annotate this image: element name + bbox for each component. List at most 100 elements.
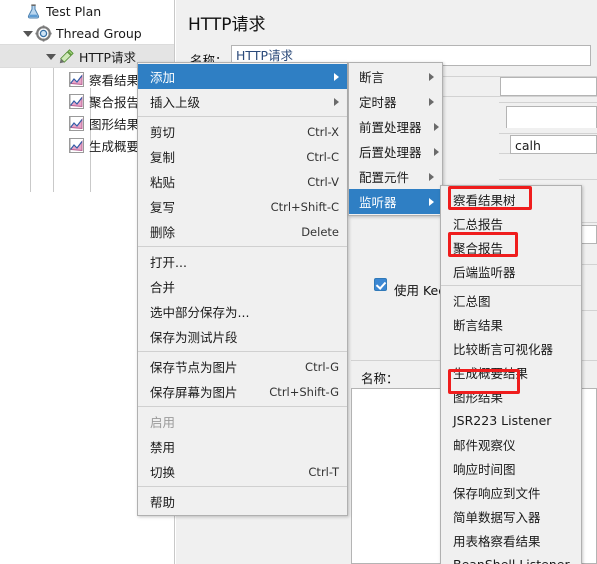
menu-item-copy[interactable]: 复制 Ctrl-C: [138, 144, 347, 169]
submenu-item-post-processors[interactable]: 后置处理器: [349, 139, 442, 164]
listener-item-mailer-visualizer[interactable]: 邮件观察仪: [441, 432, 581, 456]
expand-toggle-icon[interactable]: [12, 6, 23, 17]
chevron-right-icon: [334, 72, 339, 81]
menu-item-label: 断言结果: [453, 317, 504, 333]
listener-item-summary-report[interactable]: 汇总报告: [441, 211, 581, 235]
listener-item-aggregate-graph[interactable]: 汇总图: [441, 288, 581, 312]
menu-item-help[interactable]: 帮助: [138, 489, 347, 514]
listener-item-generate-summary-results[interactable]: 生成概要结果: [441, 360, 581, 384]
basic-tab[interactable]: [506, 106, 597, 128]
tree-item-label: 图形结果: [89, 116, 140, 132]
listener-item-assertion-results[interactable]: 断言结果: [441, 312, 581, 336]
menu-item-add[interactable]: 添加: [138, 64, 347, 89]
menu-item-disable[interactable]: 禁用: [138, 434, 347, 459]
comment-input[interactable]: [500, 77, 597, 96]
submenu-item-pre-processors[interactable]: 前置处理器: [349, 114, 442, 139]
listener-item-jsr223-listener[interactable]: JSR223 Listener: [441, 408, 581, 432]
test-plan-icon: [25, 3, 42, 20]
tree-item-label: HTTP请求: [79, 49, 136, 65]
menu-item-label: 断言: [359, 70, 385, 85]
menu-item-duplicate[interactable]: 复写 Ctrl+Shift-C: [138, 194, 347, 219]
page-title: HTTP请求: [188, 15, 266, 35]
listener-icon: [68, 137, 85, 154]
listener-item-view-results-in-table[interactable]: 用表格察看结果: [441, 528, 581, 552]
chevron-right-icon: [429, 97, 434, 106]
menu-item-remove[interactable]: 删除 Delete: [138, 219, 347, 244]
tree-item-label: 察看结果: [89, 72, 140, 88]
menu-item-accelerator: Ctrl-C: [306, 149, 339, 164]
menu-item-label: 后端监听器: [453, 264, 516, 280]
collapse-toggle-icon[interactable]: [45, 51, 56, 62]
menu-item-paste[interactable]: 粘贴 Ctrl-V: [138, 169, 347, 194]
submenu-item-timer[interactable]: 定时器: [349, 89, 442, 114]
menu-item-label: 保存屏幕为图片: [150, 385, 238, 400]
menu-item-label: 复制: [150, 150, 176, 165]
menu-item-label: 汇总报告: [453, 216, 504, 232]
listener-item-backend-listener[interactable]: 后端监听器: [441, 259, 581, 283]
tree-item-thread-group[interactable]: Thread Group: [0, 22, 174, 44]
menu-item-label: 定时器: [359, 95, 397, 110]
listener-item-save-responses-to-file[interactable]: 保存响应到文件: [441, 480, 581, 504]
chevron-right-icon: [429, 72, 434, 81]
listener-item-simple-data-writer[interactable]: 简单数据写入器: [441, 504, 581, 528]
add-submenu[interactable]: 断言 定时器 前置处理器 后置处理器 配置元件 监听器: [348, 62, 443, 216]
chevron-right-icon: [433, 147, 439, 156]
menu-item-label: 保存节点为图片: [150, 360, 238, 375]
menu-item-label: 比较断言可视化器: [453, 341, 554, 357]
listener-submenu[interactable]: 察看结果树 汇总报告 聚合报告 后端监听器 汇总图 断言结果 比较断言可视化器 …: [440, 185, 582, 564]
tree-item-test-plan[interactable]: Test Plan: [0, 0, 174, 22]
tree-context-menu[interactable]: 添加 插入上级 剪切 Ctrl-X 复制 Ctrl-C 粘贴 Ctrl-V 复写…: [137, 62, 348, 516]
menu-item-label: 邮件观察仪: [453, 437, 516, 453]
menu-item-merge[interactable]: 合并: [138, 274, 347, 299]
menu-item-save-node-as-image[interactable]: 保存节点为图片 Ctrl-G: [138, 354, 347, 379]
submenu-item-assertions[interactable]: 断言: [349, 64, 442, 89]
listener-item-graph-results[interactable]: 图形结果: [441, 384, 581, 408]
collapse-toggle-icon[interactable]: [22, 28, 33, 39]
divider: [499, 133, 597, 134]
listener-item-beanshell-listener[interactable]: BeanShell Listener: [441, 552, 581, 564]
menu-separator: [441, 285, 581, 286]
thread-group-icon: [35, 24, 52, 42]
listener-item-aggregate-report[interactable]: 聚合报告: [441, 235, 581, 259]
menu-item-insert-parent[interactable]: 插入上级: [138, 89, 347, 114]
menu-item-label: BeanShell Listener: [453, 556, 570, 564]
keepalive-checkbox[interactable]: [374, 278, 387, 291]
menu-item-label: 禁用: [150, 440, 176, 455]
menu-item-toggle[interactable]: 切换 Ctrl-T: [138, 459, 347, 484]
params-name-label: 名称：: [361, 371, 399, 386]
listener-item-view-results-tree[interactable]: 察看结果树: [441, 187, 581, 211]
menu-item-cut[interactable]: 剪切 Ctrl-X: [138, 119, 347, 144]
menu-item-label: 保存为测试片段: [150, 330, 238, 345]
menu-separator: [138, 486, 347, 487]
tree-item-label: Test Plan: [46, 3, 102, 19]
menu-item-label: 打开...: [150, 255, 187, 270]
menu-item-save-screen-as-image[interactable]: 保存屏幕为图片 Ctrl+Shift-G: [138, 379, 347, 404]
submenu-item-config-element[interactable]: 配置元件: [349, 164, 442, 189]
tree-item-label: 生成概要: [89, 138, 140, 154]
menu-separator: [138, 116, 347, 117]
menu-item-label: 粘贴: [150, 175, 176, 190]
menu-item-open[interactable]: 打开...: [138, 249, 347, 274]
menu-item-label: 配置元件: [359, 170, 410, 185]
menu-item-enable: 启用: [138, 409, 347, 434]
chevron-right-icon: [429, 197, 434, 206]
jmeter-window: Test Plan Thread Group HTTP请求 察看结果 聚合报告 …: [0, 0, 597, 564]
server-name-input[interactable]: calh: [510, 135, 597, 154]
menu-item-save-selection-as[interactable]: 选中部分保存为...: [138, 299, 347, 324]
menu-item-label: 复写: [150, 200, 176, 215]
menu-item-label: 简单数据写入器: [453, 509, 541, 525]
menu-item-label: 察看结果树: [453, 192, 516, 208]
listener-item-comparison-assertion-visualizer[interactable]: 比较断言可视化器: [441, 336, 581, 360]
tree-item-label: Thread Group: [56, 25, 142, 41]
menu-item-label: 剪切: [150, 125, 176, 140]
menu-separator: [138, 351, 347, 352]
listener-item-response-time-graph[interactable]: 响应时间图: [441, 456, 581, 480]
menu-item-label: 后置处理器: [359, 145, 422, 160]
menu-item-label: 切换: [150, 465, 176, 480]
menu-item-label: 保存响应到文件: [453, 485, 541, 501]
submenu-item-listener[interactable]: 监听器: [349, 189, 442, 214]
menu-item-accelerator: Ctrl-T: [308, 464, 339, 479]
menu-item-label: 帮助: [150, 495, 176, 510]
menu-item-save-as-test-fragment[interactable]: 保存为测试片段: [138, 324, 347, 349]
menu-item-label: 选中部分保存为...: [150, 305, 250, 320]
